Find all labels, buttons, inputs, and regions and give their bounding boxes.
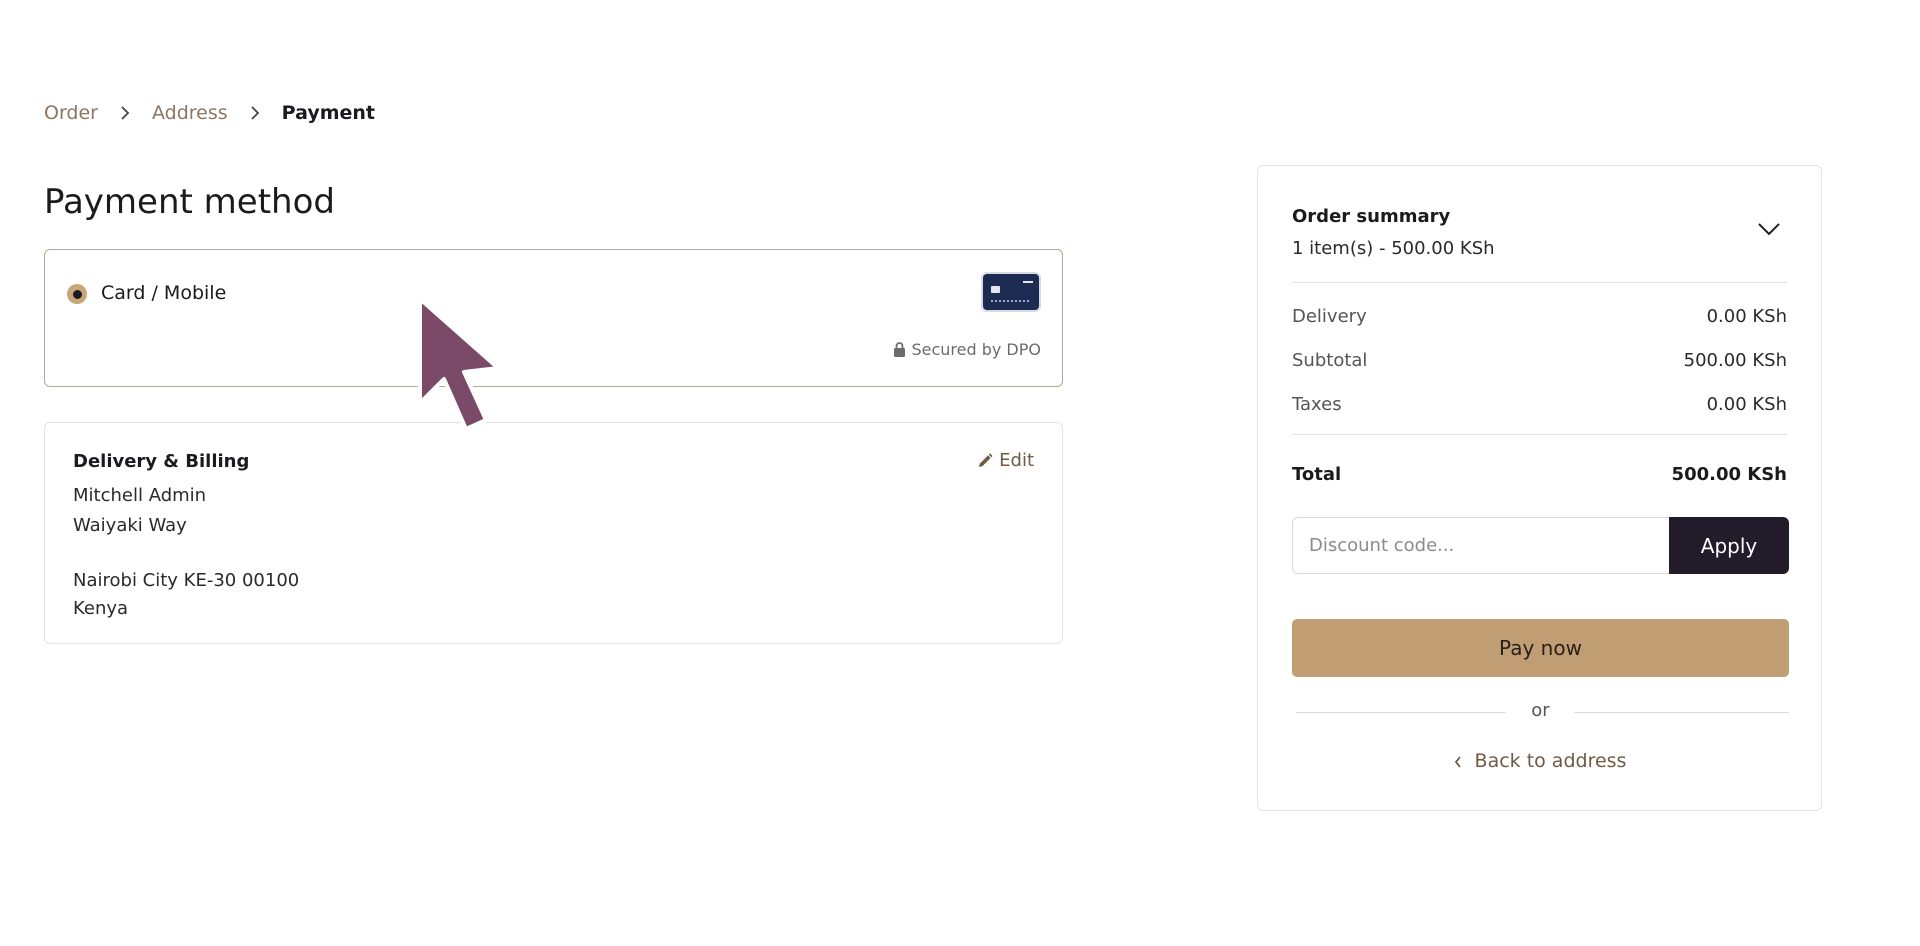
delivery-label: Delivery	[1292, 306, 1367, 327]
mouse-cursor-icon	[418, 297, 500, 431]
edit-address-link[interactable]: Edit	[977, 450, 1034, 471]
or-text: or	[1531, 700, 1550, 721]
back-to-address-link[interactable]: Back to address	[1258, 750, 1821, 772]
subtotal-value: 500.00 KSh	[1683, 350, 1787, 371]
payment-option-label: Card / Mobile	[101, 282, 227, 304]
pay-now-button[interactable]: Pay now	[1292, 619, 1789, 677]
payment-radio[interactable]	[67, 284, 87, 304]
page-title: Payment method	[44, 182, 335, 222]
discount-code-input[interactable]	[1292, 517, 1669, 574]
total-label: Total	[1292, 464, 1342, 485]
secured-text: Secured by DPO	[911, 340, 1041, 359]
billing-card: Delivery & Billing Edit Mitchell Admin W…	[44, 422, 1063, 644]
billing-title: Delivery & Billing	[73, 451, 250, 472]
back-to-address-label: Back to address	[1474, 750, 1627, 772]
lock-icon	[894, 342, 906, 357]
checkout-page: Order Address Payment Payment method Car…	[0, 0, 1920, 946]
delivery-value: 0.00 KSh	[1706, 306, 1787, 327]
or-separator: or	[1292, 700, 1789, 726]
breadcrumb-current: Payment	[281, 102, 376, 124]
chevron-down-icon[interactable]	[1757, 222, 1781, 236]
billing-street: Waiyaki Way	[73, 515, 187, 536]
apply-discount-button[interactable]: Apply	[1669, 517, 1789, 574]
discount-form: Apply	[1292, 517, 1789, 574]
chevron-right-icon	[250, 105, 260, 121]
divider	[1292, 282, 1787, 283]
chevron-left-icon	[1454, 755, 1461, 768]
billing-city: Nairobi City KE-30 00100	[73, 570, 300, 591]
order-item-count: 1 item(s) - 500.00 KSh	[1292, 238, 1495, 259]
subtotal-label: Subtotal	[1292, 350, 1368, 371]
total-value: 500.00 KSh	[1671, 464, 1787, 485]
chevron-right-icon	[120, 105, 130, 121]
taxes-label: Taxes	[1292, 394, 1342, 415]
edit-label: Edit	[999, 450, 1034, 471]
payment-option-card-mobile[interactable]: Card / Mobile Secured by DPO	[44, 249, 1063, 387]
breadcrumb-order[interactable]: Order	[44, 102, 98, 124]
order-summary-title: Order summary	[1292, 206, 1451, 227]
pencil-icon	[979, 452, 993, 467]
breadcrumb: Order Address Payment	[44, 102, 375, 124]
divider	[1292, 434, 1787, 435]
breadcrumb-address[interactable]: Address	[152, 102, 228, 124]
secured-notice: Secured by DPO	[893, 340, 1041, 359]
or-line-right	[1574, 712, 1789, 713]
order-summary: Order summary 1 item(s) - 500.00 KSh Del…	[1257, 165, 1822, 811]
taxes-value: 0.00 KSh	[1706, 394, 1787, 415]
billing-name: Mitchell Admin	[73, 485, 207, 506]
billing-country: Kenya	[73, 598, 129, 619]
credit-card-icon	[981, 272, 1041, 312]
